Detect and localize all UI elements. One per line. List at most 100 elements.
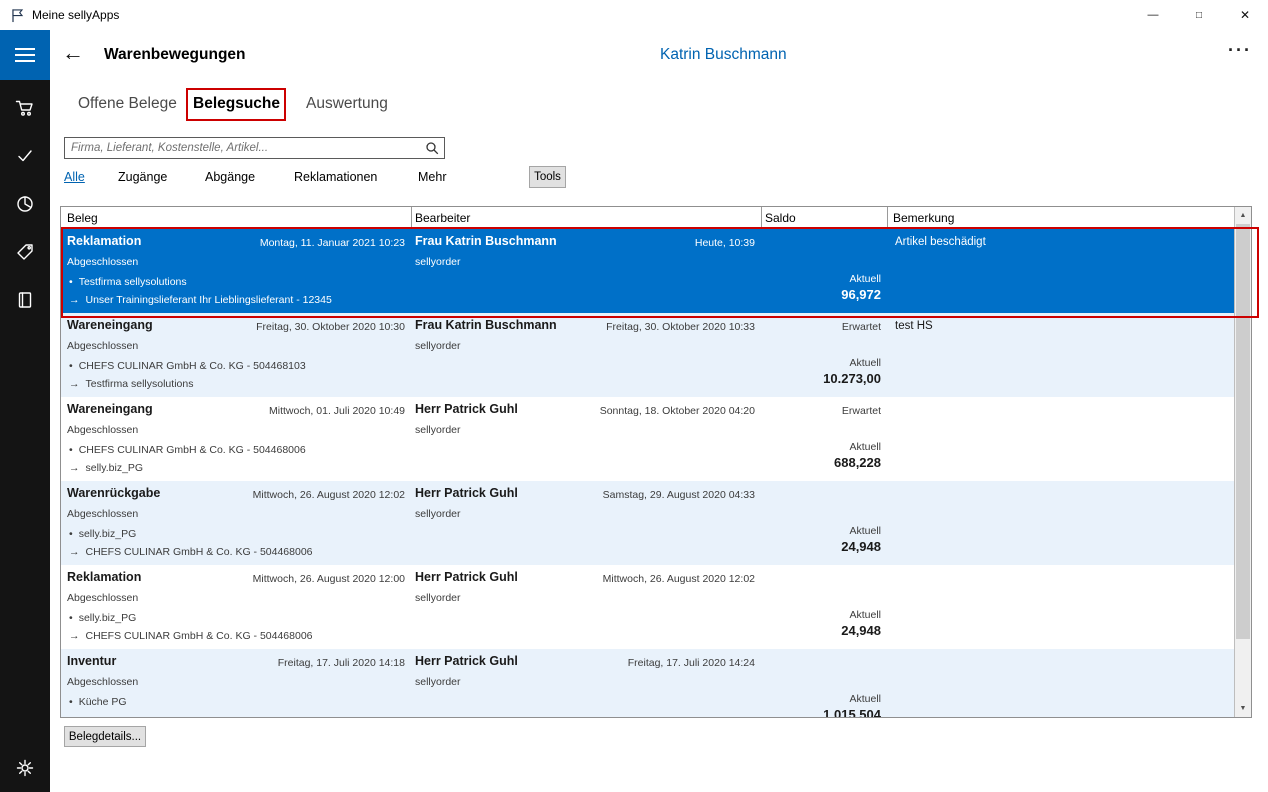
row-editor: Herr Patrick Guhl <box>415 570 518 584</box>
pie-chart-icon[interactable] <box>0 190 50 218</box>
cell-bemerkung <box>887 649 1234 717</box>
row-source-company: CHEFS CULINAR GmbH & Co. KG - 504468006 <box>79 444 306 456</box>
column-header-beleg[interactable]: Beleg <box>67 211 98 225</box>
gear-icon[interactable] <box>0 754 50 782</box>
row-saldo-value: 1.015.504 <box>823 707 881 717</box>
tab-auswertung[interactable]: Auswertung <box>306 95 388 113</box>
bullet-icon: • <box>69 612 73 624</box>
hamburger-icon[interactable] <box>0 30 50 80</box>
row-editor: Frau Katrin Buschmann <box>415 318 557 332</box>
cell-beleg: Inventur Freitag, 17. Juli 2020 14:18 Ab… <box>61 649 411 717</box>
table-row[interactable]: Wareneingang Mittwoch, 01. Juli 2020 10:… <box>61 397 1234 481</box>
row-source-line: •Küche PG <box>69 696 127 708</box>
cell-bearbeiter: Herr Patrick Guhl Sonntag, 18. Oktober 2… <box>411 397 761 481</box>
row-date: Mittwoch, 26. August 2020 12:00 <box>253 573 405 585</box>
row-date: Mittwoch, 26. August 2020 12:02 <box>253 489 405 501</box>
shopping-cart-icon[interactable] <box>0 94 50 122</box>
row-source-app: sellyorder <box>415 340 461 352</box>
table-row[interactable]: Inventur Freitag, 17. Juli 2020 14:18 Ab… <box>61 649 1234 717</box>
vertical-scrollbar[interactable]: ▲ ▼ <box>1234 207 1251 717</box>
price-tag-icon[interactable] <box>0 238 50 266</box>
filter-reklamationen[interactable]: Reklamationen <box>294 170 377 184</box>
row-target-line: →Testfirma sellysolutions <box>69 378 193 390</box>
row-editor-date: Freitag, 30. Oktober 2020 10:33 <box>606 321 755 333</box>
row-source-company: selly.biz_PG <box>79 528 137 540</box>
row-source-company: CHEFS CULINAR GmbH & Co. KG - 504468103 <box>79 360 306 372</box>
filter-abgaenge[interactable]: Abgänge <box>205 170 255 184</box>
row-source-app: sellyorder <box>415 508 461 520</box>
bullet-icon: • <box>69 360 73 372</box>
cell-beleg: Reklamation Montag, 11. Januar 2021 10:2… <box>61 229 411 313</box>
column-header-bemerkung[interactable]: Bemerkung <box>893 211 954 225</box>
user-name[interactable]: Katrin Buschmann <box>660 46 787 64</box>
row-status: Abgeschlossen <box>67 508 138 520</box>
row-erwartet-label: Erwartet <box>842 321 881 333</box>
row-type: Warenrückgabe <box>67 486 160 500</box>
row-saldo-value: 96,972 <box>841 287 881 302</box>
table-row[interactable]: Warenrückgabe Mittwoch, 26. August 2020 … <box>61 481 1234 565</box>
search-icon[interactable] <box>425 141 439 160</box>
checkmark-icon[interactable] <box>0 142 50 170</box>
cell-bearbeiter: Frau Katrin Buschmann Freitag, 30. Oktob… <box>411 313 761 397</box>
row-date: Mittwoch, 01. Juli 2020 10:49 <box>269 405 405 417</box>
row-status: Abgeschlossen <box>67 256 138 268</box>
bullet-icon: • <box>69 276 73 288</box>
cell-bearbeiter: Frau Katrin Buschmann Heute, 10:39 selly… <box>411 229 761 313</box>
row-aktuell-label: Aktuell <box>849 525 881 537</box>
row-editor-date: Heute, 10:39 <box>695 237 755 249</box>
row-source-company: Testfirma sellysolutions <box>79 276 187 288</box>
tab-offene-belege[interactable]: Offene Belege <box>78 95 177 113</box>
filter-mehr[interactable]: Mehr <box>418 170 446 184</box>
bullet-icon: • <box>69 444 73 456</box>
scroll-down-icon[interactable]: ▼ <box>1235 700 1251 717</box>
table-body: Reklamation Montag, 11. Januar 2021 10:2… <box>61 229 1234 717</box>
row-aktuell-label: Aktuell <box>849 357 881 369</box>
maximize-button[interactable]: □ <box>1176 0 1222 30</box>
filter-zugaenge[interactable]: Zugänge <box>118 170 167 184</box>
window-controls: — □ ✕ <box>1130 0 1268 30</box>
scroll-up-icon[interactable]: ▲ <box>1235 207 1251 224</box>
row-source-line: • selly.biz_PG <box>69 612 136 624</box>
row-target-line: →CHEFS CULINAR GmbH & Co. KG - 504468006 <box>69 630 313 642</box>
search-input[interactable] <box>64 137 445 159</box>
row-status: Abgeschlossen <box>67 340 138 352</box>
cell-bemerkung <box>887 481 1234 565</box>
cell-saldo: Erwartet Aktuell 688,228 <box>761 397 887 481</box>
table-row[interactable]: Reklamation Mittwoch, 26. August 2020 12… <box>61 565 1234 649</box>
titlebar: Meine sellyApps — □ ✕ <box>0 0 1268 30</box>
cell-saldo: Aktuell 24,948 <box>761 565 887 649</box>
column-header-saldo[interactable]: Saldo <box>765 211 796 225</box>
table-row[interactable]: Reklamation Montag, 11. Januar 2021 10:2… <box>61 229 1234 313</box>
scrollbar-thumb[interactable] <box>1236 224 1250 639</box>
more-options-icon[interactable]: ··· <box>1228 40 1252 61</box>
minimize-button[interactable]: — <box>1130 0 1176 30</box>
filter-alle[interactable]: Alle <box>64 170 85 184</box>
arrow-right-icon: → <box>69 378 80 390</box>
column-header-bearbeiter[interactable]: Bearbeiter <box>415 211 470 225</box>
cell-beleg: Reklamation Mittwoch, 26. August 2020 12… <box>61 565 411 649</box>
tab-belegsuche[interactable]: Belegsuche <box>193 95 280 113</box>
column-divider <box>411 207 412 229</box>
search-box <box>64 137 445 159</box>
row-editor: Frau Katrin Buschmann <box>415 234 557 248</box>
close-button[interactable]: ✕ <box>1222 0 1268 30</box>
row-editor-date: Mittwoch, 26. August 2020 12:02 <box>603 573 755 585</box>
row-source-company: selly.biz_PG <box>79 612 137 624</box>
back-arrow-icon[interactable]: ← <box>62 40 84 66</box>
row-saldo-value: 24,948 <box>841 539 881 554</box>
bullet-icon: • <box>69 528 73 540</box>
cell-bemerkung: test HS <box>887 313 1234 397</box>
row-aktuell-label: Aktuell <box>849 273 881 285</box>
notebook-icon[interactable] <box>0 286 50 314</box>
tools-button[interactable]: Tools <box>529 166 566 188</box>
row-type: Reklamation <box>67 570 141 584</box>
arrow-right-icon: → <box>69 462 80 474</box>
row-type: Wareneingang <box>67 318 153 332</box>
bullet-icon: • <box>69 696 73 708</box>
row-type: Wareneingang <box>67 402 153 416</box>
table-row[interactable]: Wareneingang Freitag, 30. Oktober 2020 1… <box>61 313 1234 397</box>
cell-saldo: Aktuell 24,948 <box>761 481 887 565</box>
documents-table: Beleg Bearbeiter Saldo Bemerkung Reklama… <box>60 206 1252 718</box>
row-target-company: Unser Trainingslieferant Ihr Lieblingsli… <box>86 294 332 306</box>
belegdetails-button[interactable]: Belegdetails... <box>64 726 146 747</box>
